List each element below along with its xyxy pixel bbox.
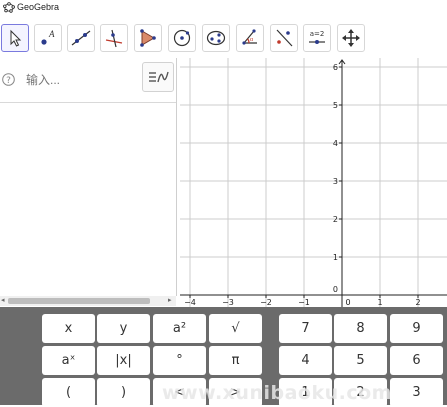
move-graphics-view-tool-button[interactable] (337, 24, 365, 52)
angle-icon: α (242, 29, 257, 45)
slider-tool-button[interactable]: a=2 (303, 24, 331, 52)
x-tick-label: −4 (184, 298, 196, 307)
algebra-input[interactable] (26, 71, 126, 89)
circle-center-point-icon (173, 29, 191, 47)
key-1-0[interactable]: aˣ (42, 346, 95, 375)
key-2-1[interactable]: ) (97, 378, 150, 407)
algebra-view: ? (0, 58, 177, 296)
move-graphics-view-icon (342, 29, 360, 47)
key-2-2[interactable]: < (153, 378, 206, 407)
key-1-6[interactable]: 6 (390, 346, 443, 375)
reflect-tool-button[interactable] (270, 24, 298, 52)
key-2-3[interactable]: > (209, 378, 262, 407)
virtual-keyboard: x y a² √ 7 8 9 aˣ |x| ° π 4 5 6 () < >1 2 3 (0, 307, 447, 407)
key-0-5[interactable]: 8 (334, 314, 387, 343)
scroll-left-icon[interactable]: ◂ (1, 296, 5, 306)
key-0-6[interactable]: 9 (390, 314, 443, 343)
reflect-about-line-icon (276, 29, 293, 47)
svg-text:α: α (250, 37, 254, 43)
algebra-input-row: ? (0, 58, 176, 103)
move-tool-button[interactable] (1, 24, 29, 52)
key-0-4[interactable]: 7 (279, 314, 332, 343)
key-1-1[interactable]: |x| (97, 346, 150, 375)
geogebra-logo-icon (3, 2, 15, 13)
y-tick-label: 5 (333, 101, 338, 110)
x-tick-label: 2 (415, 298, 420, 307)
point-tool-button[interactable]: A (34, 24, 62, 52)
slider-tool-label: a=2 (310, 30, 325, 38)
key-1-5[interactable]: 5 (334, 346, 387, 375)
key-0-1[interactable]: y (97, 314, 150, 343)
y-tick-label: 2 (333, 215, 338, 224)
x-tick-label: −1 (298, 298, 310, 307)
circle-tool-button[interactable] (168, 24, 196, 52)
y-zero-label: 0 (333, 285, 338, 294)
line-tool-button[interactable] (67, 24, 95, 52)
key-0-2[interactable]: a² (153, 314, 206, 343)
polygon-tool-button[interactable] (134, 24, 162, 52)
algebra-style-icon (149, 71, 169, 83)
scroll-right-icon[interactable]: ▸ (168, 296, 172, 306)
algebra-style-button[interactable] (142, 62, 174, 92)
svg-text:A: A (48, 29, 55, 39)
x-tick-label: 0 (345, 298, 350, 307)
key-2-0[interactable]: ( (42, 378, 95, 407)
key-1-2[interactable]: ° (153, 346, 206, 375)
toolbar: A α a=2 (0, 20, 447, 56)
key-1-3[interactable]: π (209, 346, 262, 375)
x-tick-label: −3 (222, 298, 234, 307)
key-0-0[interactable]: x (42, 314, 95, 343)
point-a-icon: A (41, 29, 55, 45)
ellipse-tool-button[interactable] (202, 24, 230, 52)
question-icon[interactable]: ? (2, 73, 15, 86)
y-tick-label: 3 (333, 177, 338, 186)
ellipse-icon (206, 30, 226, 46)
scrollbar-thumb[interactable] (8, 298, 150, 304)
polygon-icon (140, 29, 156, 47)
line-through-points-icon (71, 30, 91, 46)
key-1-4[interactable]: 4 (279, 346, 332, 375)
title-bar: GeoGebra (0, 0, 447, 14)
graphics-view[interactable]: −4 −3 −2 −1 0 1 2 1 2 3 4 5 6 0 (180, 58, 447, 308)
algebra-horizontal-scrollbar[interactable]: ◂ ▸ (0, 296, 176, 306)
slider-icon: a=2 (309, 30, 325, 44)
angle-tool-button[interactable]: α (236, 24, 264, 52)
key-2-5[interactable]: 2 (334, 378, 387, 407)
y-tick-label: 6 (333, 63, 338, 72)
coordinate-grid[interactable]: −4 −3 −2 −1 0 1 2 1 2 3 4 5 6 0 (180, 58, 447, 308)
x-tick-label: 1 (377, 298, 382, 307)
arrow-cursor-icon (10, 29, 22, 47)
x-tick-label: −2 (260, 298, 272, 307)
perpendicular-line-tool-button[interactable] (100, 24, 128, 52)
key-2-6[interactable]: 3 (390, 378, 443, 407)
key-2-4[interactable]: 1 (279, 378, 332, 407)
y-tick-label: 1 (333, 253, 338, 262)
svg-text:?: ? (6, 76, 11, 86)
y-tick-label: 4 (333, 139, 338, 148)
perpendicular-line-icon (105, 29, 123, 48)
app-title: GeoGebra (17, 2, 60, 12)
key-0-3[interactable]: √ (209, 314, 262, 343)
